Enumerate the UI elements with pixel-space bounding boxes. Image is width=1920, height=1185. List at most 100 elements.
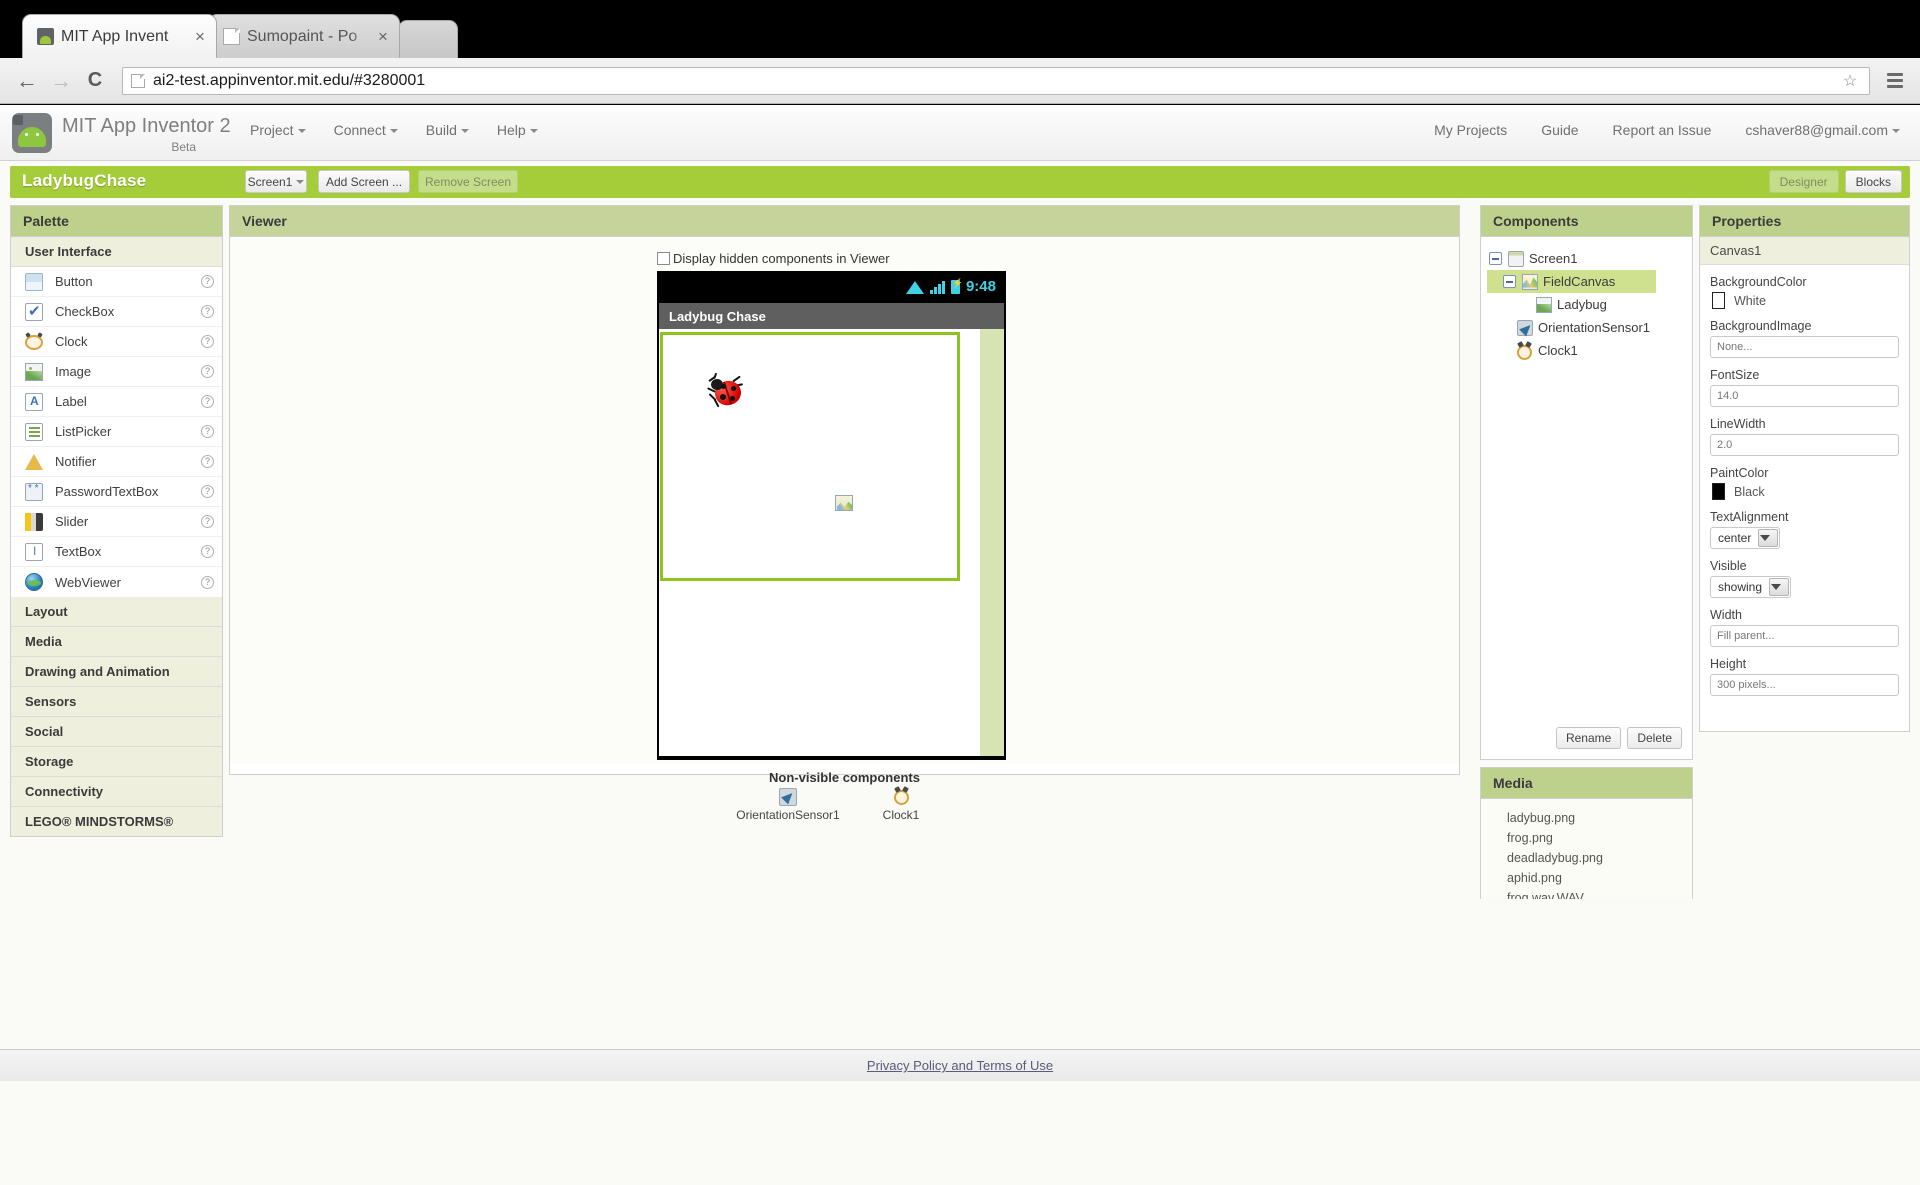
close-icon[interactable]: × — [375, 28, 391, 45]
help-icon[interactable]: ? — [201, 365, 214, 378]
tree-item-clock1[interactable]: Clock1 — [1487, 339, 1686, 362]
bookmark-star-icon[interactable]: ☆ — [1839, 71, 1861, 91]
non-visible-orientationsensor1[interactable]: OrientationSensor1 — [736, 788, 841, 822]
palette-category-media[interactable]: Media — [11, 627, 222, 657]
prop-value: showing — [1718, 580, 1768, 594]
tree-item-fieldcanvas[interactable]: FieldCanvas — [1487, 270, 1656, 293]
account-email: cshaver88@gmail.com — [1745, 122, 1888, 138]
tab-strip: MIT App Invent × Sumopaint - Po × — [0, 14, 1920, 58]
remove-screen-button[interactable]: Remove Screen — [418, 170, 518, 193]
palette-item-label: CheckBox — [55, 304, 201, 319]
password-icon — [25, 483, 43, 501]
palette-category-social[interactable]: Social — [11, 717, 222, 747]
palette-item-image[interactable]: Image ? — [11, 357, 222, 387]
media-file[interactable]: ladybug.png — [1481, 808, 1692, 828]
media-file[interactable]: frog.png — [1481, 828, 1692, 848]
tree-item-ladybug[interactable]: Ladybug — [1487, 293, 1686, 316]
hamburger-icon[interactable] — [1880, 73, 1910, 88]
palette-category-sensors[interactable]: Sensors — [11, 687, 222, 717]
phone-screen[interactable] — [659, 329, 1004, 756]
tree-item-orientationsensor1[interactable]: OrientationSensor1 — [1487, 316, 1686, 339]
non-visible-clock1[interactable]: Clock1 — [849, 788, 954, 822]
palette-item-passwordtextbox[interactable]: PasswordTextBox ? — [11, 477, 222, 507]
help-icon[interactable]: ? — [201, 425, 214, 438]
add-screen-button[interactable]: Add Screen ... — [318, 170, 410, 193]
link-my-projects[interactable]: My Projects — [1434, 122, 1507, 138]
viewer-scrollbar[interactable] — [980, 329, 1004, 756]
orientation-sensor-icon — [1517, 320, 1533, 336]
designer-tab[interactable]: Designer — [1769, 170, 1839, 193]
prop-height-input[interactable]: 300 pixels... — [1710, 674, 1899, 696]
tree-item-screen1[interactable]: Screen1 — [1487, 247, 1686, 270]
prop-label-paintcolor: PaintColor — [1710, 466, 1899, 480]
prop-backgroundcolor-picker[interactable]: White — [1712, 292, 1899, 309]
palette-category-layout[interactable]: Layout — [11, 597, 222, 627]
address-bar[interactable]: ai2-test.appinventor.mit.edu/#3280001 ☆ — [122, 67, 1870, 95]
browser-window: MIT App Invent × Sumopaint - Po × ← → C … — [0, 0, 1920, 1080]
prop-visible-select[interactable]: showing — [1710, 576, 1791, 598]
palette-item-label[interactable]: Label ? — [11, 387, 222, 417]
blocks-tab[interactable]: Blocks — [1845, 170, 1902, 193]
palette-item-checkbox[interactable]: CheckBox ? — [11, 297, 222, 327]
media-file[interactable]: aphid.png — [1481, 868, 1692, 888]
ladybug-sprite[interactable] — [709, 375, 742, 408]
palette-item-clock[interactable]: Clock ? — [11, 327, 222, 357]
prop-label-textalignment: TextAlignment — [1710, 510, 1899, 524]
field-canvas-component[interactable] — [660, 332, 960, 581]
delete-button[interactable]: Delete — [1627, 727, 1682, 749]
chevron-down-icon — [296, 180, 304, 184]
back-button[interactable]: ← — [10, 64, 44, 98]
palette-item-notifier[interactable]: Notifier ? — [11, 447, 222, 477]
non-visible-label: Clock1 — [849, 808, 954, 822]
help-icon[interactable]: ? — [201, 515, 214, 528]
palette-item-button[interactable]: Button ? — [11, 267, 222, 297]
close-icon[interactable]: × — [192, 28, 208, 45]
tab-title: Sumopaint - Po — [247, 28, 375, 46]
help-icon[interactable]: ? — [201, 335, 214, 348]
browser-tab-active[interactable]: MIT App Invent × — [22, 14, 217, 58]
prop-textalignment-select[interactable]: center — [1710, 527, 1780, 549]
palette-category-connectivity[interactable]: Connectivity — [11, 777, 222, 807]
display-hidden-checkbox[interactable] — [657, 252, 670, 265]
new-tab-button[interactable] — [398, 20, 458, 58]
prop-paintcolor-picker[interactable]: Black — [1712, 483, 1899, 500]
prop-backgroundimage-input[interactable]: None... — [1710, 336, 1899, 358]
help-icon[interactable]: ? — [201, 455, 214, 468]
menu-project[interactable]: Project — [250, 122, 306, 138]
display-hidden-components-row[interactable]: Display hidden components in Viewer — [657, 251, 890, 266]
reload-button[interactable]: C — [78, 64, 112, 98]
prop-width-input[interactable]: Fill parent... — [1710, 625, 1899, 647]
browser-tab-inactive[interactable]: Sumopaint - Po × — [208, 14, 400, 58]
palette-category-lego-mindstorms[interactable]: LEGO® MINDSTORMS® — [11, 807, 222, 836]
collapse-icon[interactable] — [1489, 252, 1502, 265]
menu-help[interactable]: Help — [497, 122, 538, 138]
palette-category-user-interface[interactable]: User Interface — [11, 237, 222, 267]
prop-linewidth-input[interactable]: 2.0 — [1710, 434, 1899, 456]
palette-category-storage[interactable]: Storage — [11, 747, 222, 777]
menu-build[interactable]: Build — [426, 122, 469, 138]
help-icon[interactable]: ? — [201, 275, 214, 288]
privacy-policy-link[interactable]: Privacy Policy and Terms of Use — [867, 1058, 1053, 1073]
palette-category-drawing-animation[interactable]: Drawing and Animation — [11, 657, 222, 687]
help-icon[interactable]: ? — [201, 485, 214, 498]
collapse-icon[interactable] — [1503, 275, 1516, 288]
link-report-issue[interactable]: Report an Issue — [1613, 122, 1712, 138]
palette-item-slider[interactable]: Slider ? — [11, 507, 222, 537]
forward-button[interactable]: → — [44, 64, 78, 98]
link-guide[interactable]: Guide — [1541, 122, 1578, 138]
palette-item-listpicker[interactable]: ListPicker ? — [11, 417, 222, 447]
viewer-panel: Viewer Display hidden components in View… — [229, 205, 1460, 775]
rename-button[interactable]: Rename — [1556, 727, 1621, 749]
menu-connect[interactable]: Connect — [334, 122, 398, 138]
help-icon[interactable]: ? — [201, 545, 214, 558]
help-icon[interactable]: ? — [201, 395, 214, 408]
broken-image-icon[interactable] — [835, 495, 853, 511]
screen-selector[interactable]: Screen1 — [245, 170, 307, 193]
media-file[interactable]: deadladybug.png — [1481, 848, 1692, 868]
help-icon[interactable]: ? — [201, 576, 214, 589]
palette-item-textbox[interactable]: TextBox ? — [11, 537, 222, 567]
help-icon[interactable]: ? — [201, 305, 214, 318]
palette-item-webviewer[interactable]: WebViewer ? — [11, 567, 222, 597]
account-menu[interactable]: cshaver88@gmail.com — [1745, 122, 1900, 138]
prop-fontsize-input[interactable]: 14.0 — [1710, 385, 1899, 407]
